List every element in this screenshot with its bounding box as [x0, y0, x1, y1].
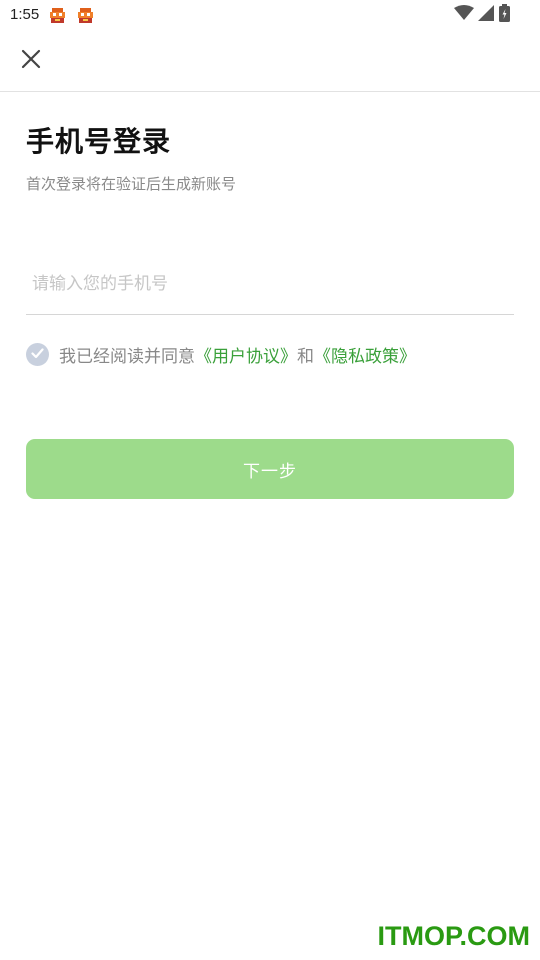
system-status-icons [454, 4, 510, 26]
status-bar: 1:55 [0, 0, 540, 32]
battery-charging-icon [499, 4, 510, 26]
page-title: 手机号登录 [26, 125, 172, 158]
wifi-icon [454, 5, 474, 25]
notification-app-icon [76, 6, 95, 25]
watermark: ITMOP.COM [377, 921, 530, 951]
notification-app-icon [48, 6, 67, 25]
phone-input[interactable] [26, 262, 514, 306]
app-bar [0, 32, 540, 92]
phone-field [26, 262, 514, 315]
agreement-row: 我已经阅读并同意 《用户协议》 和 《隐私政策》 [26, 342, 416, 367]
cellular-signal-icon [478, 5, 495, 25]
next-button[interactable]: 下一步 [26, 439, 514, 499]
agreement-text: 我已经阅读并同意 [59, 346, 195, 367]
close-icon [21, 49, 41, 73]
agreement-conjunction: 和 [297, 346, 314, 367]
user-agreement-link[interactable]: 《用户协议》 [195, 342, 297, 367]
agreement-checkbox[interactable] [26, 342, 49, 366]
page-subtitle: 首次登录将在验证后生成新账号 [26, 175, 237, 193]
status-time: 1:55 [10, 6, 40, 23]
close-button[interactable] [14, 44, 48, 78]
privacy-policy-link[interactable]: 《隐私政策》 [314, 342, 416, 367]
check-circle-icon [31, 344, 44, 364]
